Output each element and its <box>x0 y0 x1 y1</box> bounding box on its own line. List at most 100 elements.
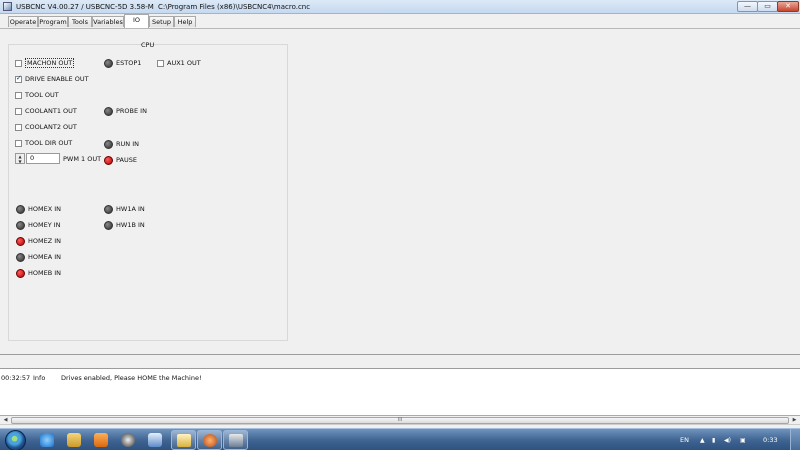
cpu-group <box>8 44 288 341</box>
homea-led-icon <box>16 252 25 262</box>
clock[interactable]: 0:33 <box>763 436 778 444</box>
coolant1-checkbox[interactable] <box>15 107 22 115</box>
led-homey: HOMEY IN <box>16 220 61 230</box>
language-indicator[interactable]: EN <box>680 436 689 444</box>
title-bar: USBCNC V4.00.27 / USBCNC-5D 3.58-M C:\Pr… <box>0 0 800 14</box>
tab-program[interactable]: Program <box>38 16 68 27</box>
output-tool[interactable]: TOOL OUT <box>15 90 59 100</box>
drive-enable-checkbox[interactable] <box>15 74 22 83</box>
tool-dir-label: TOOL DIR OUT <box>25 139 73 147</box>
taskbar-app-1[interactable] <box>171 430 196 450</box>
homey-label: HOMEY IN <box>28 221 61 229</box>
tab-tools[interactable]: Tools <box>68 16 92 27</box>
run-in-led-icon <box>104 139 113 149</box>
output-drive-enable[interactable]: DRIVE ENABLE OUT <box>15 74 89 84</box>
taskbar-app-usbcnc[interactable] <box>223 430 248 450</box>
spin-down-icon[interactable]: ▼ <box>16 159 24 164</box>
folder-icon[interactable] <box>67 433 81 447</box>
hw1b-label: HW1B IN <box>116 221 145 229</box>
run-in-label: RUN IN <box>116 140 139 148</box>
homex-label: HOMEX IN <box>28 205 62 213</box>
output-aux1[interactable]: AUX1 OUT <box>157 58 201 68</box>
media-player-icon[interactable] <box>94 433 108 447</box>
machon-label: MACHON OUT <box>25 58 75 68</box>
hw1a-label: HW1A IN <box>116 205 145 213</box>
coolant2-label: COOLANT2 OUT <box>25 123 77 131</box>
window-path: C:\Program Files (x86)\USBCNC4\macro.cnc <box>158 3 311 11</box>
log-level: Info <box>33 374 46 382</box>
log-panel: 00:32:57 Info Drives enabled, Please HOM… <box>0 369 800 416</box>
panel-splitter[interactable] <box>0 354 800 369</box>
tray-device-icon[interactable]: ▮ <box>712 437 715 444</box>
homez-label: HOMEZ IN <box>28 237 62 245</box>
output-machon[interactable]: MACHON OUT <box>15 58 75 68</box>
estop1-label: ESTOP1 <box>116 59 142 67</box>
led-hw1a: HW1A IN <box>104 204 145 214</box>
led-homeb: HOMEB IN <box>16 268 61 278</box>
drive-enable-label: DRIVE ENABLE OUT <box>25 75 89 83</box>
machon-checkbox[interactable] <box>15 59 22 67</box>
scroll-left-icon[interactable]: ◀ <box>1 416 10 425</box>
window-title: USBCNC V4.00.27 / USBCNC-5D 3.58-M <box>16 3 154 11</box>
led-pause: PAUSE <box>104 155 137 165</box>
tab-io[interactable]: IO <box>124 14 149 28</box>
tool-label: TOOL OUT <box>25 91 59 99</box>
tab-bar: Operate Program Tools Variables IO Setup… <box>0 14 800 28</box>
led-run-in: RUN IN <box>104 139 139 149</box>
output-coolant1[interactable]: COOLANT1 OUT <box>15 106 77 116</box>
ie-icon[interactable] <box>40 433 54 447</box>
mail-icon[interactable] <box>148 433 162 447</box>
pwm-value-input[interactable]: 0 <box>26 153 60 164</box>
estop1-led-icon <box>104 58 113 68</box>
pwm-spinner[interactable]: ▲ ▼ <box>15 153 25 164</box>
pause-label: PAUSE <box>116 156 137 164</box>
tool-dir-checkbox[interactable] <box>15 139 22 147</box>
log-horizontal-scrollbar[interactable]: ◀ III ▶ <box>0 416 800 425</box>
output-tool-dir[interactable]: TOOL DIR OUT <box>15 138 72 148</box>
tab-help[interactable]: Help <box>174 16 196 27</box>
show-desktop-button[interactable] <box>790 429 800 450</box>
log-entry: 00:32:57 Info Drives enabled, Please HOM… <box>1 374 202 382</box>
browser-icon[interactable] <box>121 433 135 447</box>
led-homez: HOMEZ IN <box>16 236 61 246</box>
taskbar-app-2[interactable] <box>197 430 222 450</box>
usbcnc-icon <box>229 434 243 447</box>
minimize-button[interactable]: — <box>737 1 758 12</box>
firefox-icon <box>203 434 217 447</box>
homeb-label: HOMEB IN <box>28 269 62 277</box>
tray-volume-icon[interactable]: ◀) <box>724 437 731 444</box>
log-message: Drives enabled, Please HOME the Machine! <box>61 374 202 382</box>
pwm-label: PWM 1 OUT <box>63 155 102 163</box>
coolant1-label: COOLANT1 OUT <box>25 107 77 115</box>
led-probe-in: PROBE IN <box>104 106 147 116</box>
homey-led-icon <box>16 220 25 230</box>
tab-operate[interactable]: Operate <box>8 16 38 27</box>
homea-label: HOMEA IN <box>28 253 62 261</box>
homex-led-icon <box>16 204 25 214</box>
hw1a-led-icon <box>104 204 113 214</box>
cpu-title: CPU <box>141 41 155 49</box>
coolant2-checkbox[interactable] <box>15 123 22 131</box>
start-button-icon[interactable] <box>5 430 26 450</box>
tab-variables[interactable]: Variables <box>92 16 124 27</box>
homeb-led-icon <box>16 268 25 278</box>
led-homea: HOMEA IN <box>16 252 61 262</box>
scroll-right-icon[interactable]: ▶ <box>790 416 799 425</box>
led-hw1b: HW1B IN <box>104 220 145 230</box>
taskbar: EN ▲ ▮ ◀) ▣ 0:33 <box>0 428 800 450</box>
led-estop1: ESTOP1 <box>104 58 141 68</box>
tool-checkbox[interactable] <box>15 91 22 99</box>
file-icon <box>177 434 191 447</box>
log-time: 00:32:57 <box>1 374 31 382</box>
maximize-button[interactable]: ▭ <box>757 1 778 12</box>
pause-led-icon <box>104 155 113 165</box>
close-button[interactable]: ✕ <box>777 1 799 12</box>
aux1-label: AUX1 OUT <box>167 59 201 67</box>
tray-expand-icon[interactable]: ▲ <box>700 437 705 444</box>
led-homex: HOMEX IN <box>16 204 61 214</box>
scroll-thumb[interactable]: III <box>11 417 789 424</box>
tray-network-icon[interactable]: ▣ <box>740 437 746 444</box>
tab-setup[interactable]: Setup <box>149 16 174 27</box>
output-coolant2[interactable]: COOLANT2 OUT <box>15 122 77 132</box>
aux1-checkbox[interactable] <box>157 59 164 67</box>
